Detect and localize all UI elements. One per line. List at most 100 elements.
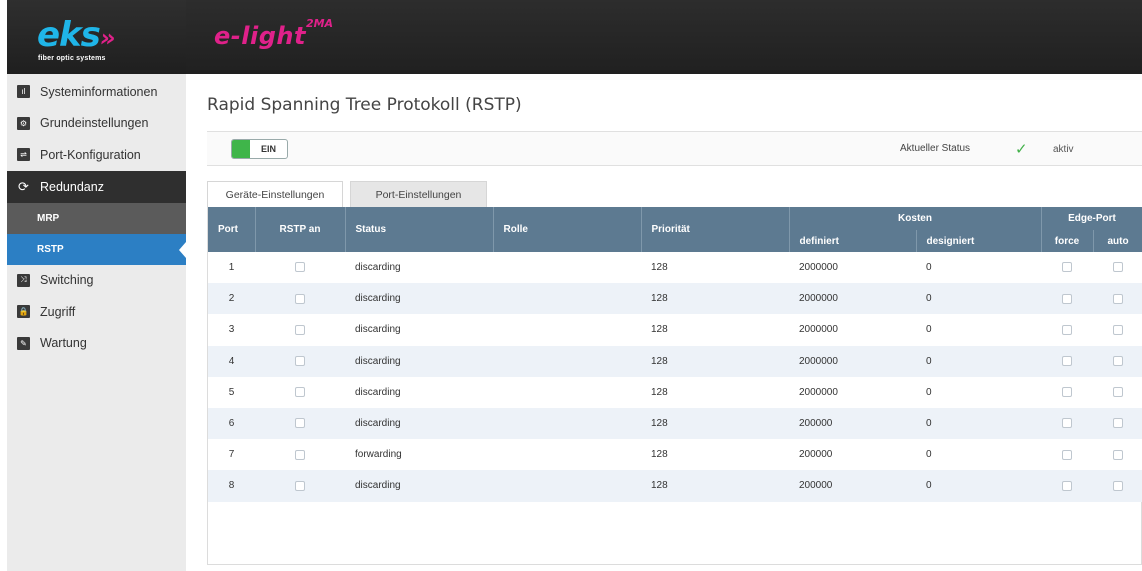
cell-checkbox — [255, 439, 345, 471]
cell-port: 3 — [208, 314, 255, 346]
cell-definiert: 2000000 — [789, 283, 916, 315]
lock-icon: 🔒 — [17, 305, 30, 319]
cell-checkbox — [1093, 407, 1142, 440]
cell-definiert: 2000000 — [789, 376, 916, 408]
cell-prioritaet: 128 — [641, 283, 789, 315]
edge-auto-checkbox[interactable] — [1113, 449, 1123, 460]
current-status-value: aktiv — [1053, 144, 1074, 155]
sidebar-item-label: Port-Konfiguration — [40, 147, 141, 162]
col-header-kosten: Kosten — [789, 207, 1042, 230]
tab-geraete-einstellungen[interactable]: Geräte-Einstellungen — [207, 181, 343, 208]
sidebar-item-zugriff[interactable]: 🔒 Zugriff — [7, 296, 186, 328]
cell-status: discarding — [345, 314, 493, 346]
cell-checkbox — [255, 470, 345, 502]
sidebar-item-wartung[interactable]: ✎ Wartung — [7, 328, 186, 360]
cell-definiert: 200000 — [789, 470, 916, 502]
cell-designiert: 0 — [916, 345, 1041, 377]
sidebar-nav: ıl Systeminformationen ⚙ Grundeinstellun… — [7, 76, 186, 359]
rstp-enable-checkbox[interactable] — [295, 387, 305, 398]
table-row: 6 discarding 128 200000 0 — [208, 407, 1142, 440]
chart-icon: ıl — [17, 85, 30, 99]
toggle-label: EIN — [260, 144, 276, 154]
page-title: Rapid Spanning Tree Protokoll (RSTP) — [207, 95, 522, 115]
rstp-enable-checkbox[interactable] — [295, 449, 305, 460]
rstp-enable-checkbox[interactable] — [295, 293, 305, 304]
cell-designiert: 0 — [916, 407, 1041, 440]
rstp-enable-checkbox[interactable] — [295, 480, 305, 491]
rstp-enable-checkbox[interactable] — [295, 356, 305, 367]
sidebar-item-port-konfiguration[interactable]: ⇌ Port-Konfiguration — [7, 139, 186, 171]
cell-designiert: 0 — [916, 314, 1041, 346]
sidebar-subitem-label: RSTP — [37, 243, 64, 255]
cell-checkbox — [1093, 470, 1142, 502]
table-row: 2 discarding 128 2000000 0 — [208, 283, 1142, 315]
cell-checkbox — [255, 314, 345, 346]
edge-force-checkbox[interactable] — [1062, 480, 1072, 491]
edge-force-checkbox[interactable] — [1062, 418, 1072, 429]
edge-force-checkbox[interactable] — [1062, 449, 1072, 460]
table-row: 7 forwarding 128 200000 0 — [208, 439, 1142, 471]
col-header-port: Port — [208, 207, 256, 252]
edge-auto-checkbox[interactable] — [1113, 262, 1123, 273]
cell-port: 4 — [208, 345, 255, 377]
edge-auto-checkbox[interactable] — [1113, 418, 1123, 429]
cell-status: discarding — [345, 407, 493, 440]
current-status-label: Aktueller Status — [900, 143, 971, 154]
sidebar: eks» fiber optic systems ıl Systeminform… — [7, 0, 186, 571]
cell-prioritaet: 128 — [641, 376, 789, 408]
sidebar-item-redundanz[interactable]: ⟳ Redundanz — [7, 170, 186, 203]
cell-checkbox — [255, 252, 345, 284]
sidebar-subitem-label: MRP — [37, 212, 60, 224]
toggle-indicator — [232, 140, 250, 158]
cell-checkbox — [1093, 252, 1142, 284]
sidebar-subitem-mrp[interactable]: MRP — [7, 202, 186, 234]
cell-prioritaet: 128 — [641, 470, 789, 502]
logo-text: eks — [37, 15, 101, 55]
cell-checkbox — [1093, 283, 1142, 315]
edge-auto-checkbox[interactable] — [1113, 356, 1123, 367]
gear-icon: ⚙ — [17, 116, 30, 130]
edge-force-checkbox[interactable] — [1062, 262, 1072, 273]
rstp-enable-checkbox[interactable] — [295, 418, 305, 429]
edge-auto-checkbox[interactable] — [1113, 480, 1123, 491]
sidebar-item-grundeinstellungen[interactable]: ⚙ Grundeinstellungen — [7, 108, 186, 140]
sidebar-item-label: Switching — [40, 273, 94, 288]
cell-prioritaet: 128 — [641, 252, 789, 284]
cell-status: discarding — [345, 470, 493, 502]
port-settings-table: Port RSTP an Status Rolle Priorität Kost… — [207, 207, 1142, 565]
cell-definiert: 2000000 — [789, 345, 916, 377]
edge-force-checkbox[interactable] — [1062, 293, 1072, 304]
table-body: 1 discarding 128 2000000 0 2 discarding 128 2000… — [208, 252, 1142, 502]
sidebar-item-systeminformationen[interactable]: ıl Systeminformationen — [7, 76, 186, 108]
cell-checkbox — [1093, 314, 1142, 346]
redundancy-icon: ⟳ — [18, 178, 29, 194]
rstp-enable-toggle[interactable]: EIN — [231, 139, 288, 159]
logo-arrows-icon: » — [99, 24, 116, 52]
cell-rolle — [493, 314, 641, 346]
col-header-rstp-an: RSTP an — [255, 207, 346, 252]
edge-force-checkbox[interactable] — [1062, 356, 1072, 367]
edge-auto-checkbox[interactable] — [1113, 293, 1123, 304]
cell-checkbox — [1093, 345, 1142, 377]
cell-port: 2 — [208, 283, 255, 315]
rstp-enable-checkbox[interactable] — [295, 324, 305, 335]
edge-auto-checkbox[interactable] — [1113, 387, 1123, 398]
tab-port-einstellungen[interactable]: Port-Einstellungen — [350, 181, 487, 208]
table-row: 4 discarding 128 2000000 0 — [208, 345, 1142, 377]
cell-status: discarding — [345, 345, 493, 377]
cell-rolle — [493, 283, 641, 315]
cell-port: 1 — [208, 252, 255, 284]
cell-definiert: 200000 — [789, 439, 916, 471]
cell-rolle — [493, 376, 641, 408]
edge-force-checkbox[interactable] — [1062, 387, 1072, 398]
sidebar-item-switching[interactable]: ⤨ Switching — [7, 265, 186, 297]
edge-force-checkbox[interactable] — [1062, 324, 1072, 335]
cell-status: discarding — [345, 376, 493, 408]
edge-auto-checkbox[interactable] — [1113, 324, 1123, 335]
rstp-enable-checkbox[interactable] — [295, 262, 305, 273]
app-window: eks» fiber optic systems ıl Systeminform… — [0, 0, 1142, 571]
cell-designiert: 0 — [916, 252, 1041, 284]
sidebar-subitem-rstp[interactable]: RSTP — [7, 233, 186, 265]
cell-checkbox — [1041, 439, 1093, 471]
cell-definiert: 2000000 — [789, 314, 916, 346]
